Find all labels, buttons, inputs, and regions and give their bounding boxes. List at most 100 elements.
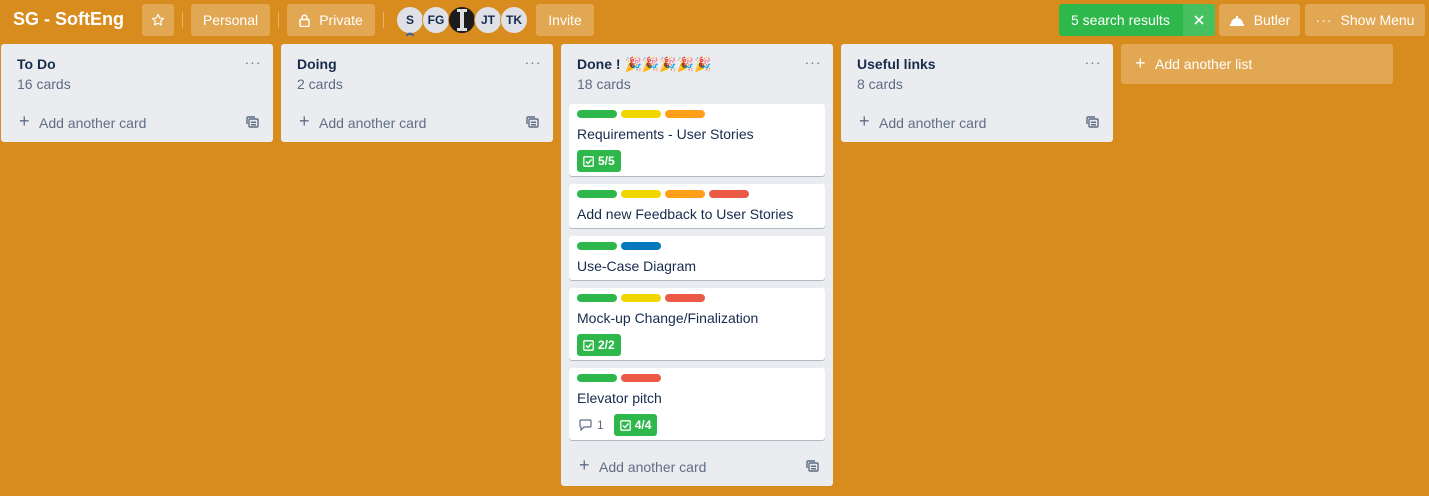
add-card-button[interactable]: + Add another card [1,104,273,142]
list-header: To Do 16 cards ··· [1,44,273,104]
show-menu-label: Show Menu [1340,12,1415,28]
list-doing: Doing 2 cards ··· + Add another card [281,44,553,142]
add-card-label: Add another card [879,115,987,131]
butler-bell-icon [1229,16,1244,26]
label-orange[interactable] [665,110,705,118]
add-card-button[interactable]: + Add another card [561,448,833,486]
card[interactable]: Add new Feedback to User Stories [569,184,825,228]
star-button[interactable] [142,4,174,36]
butler-label: Butler [1253,12,1291,28]
member-avatar-photo[interactable] [448,6,476,34]
search-results-button[interactable]: 5 search results [1059,4,1215,36]
card-template-icon[interactable] [1086,116,1099,128]
label-green[interactable] [577,294,617,302]
checkbox-icon [583,155,594,167]
list-menu-icon[interactable]: ··· [803,54,823,70]
visibility-button[interactable]: Private [287,4,375,36]
card-badges: 5/5 [577,150,817,172]
list-menu-icon[interactable]: ··· [523,54,543,70]
list-menu-icon[interactable]: ··· [1083,54,1103,70]
label-red[interactable] [621,374,661,382]
list-header: Done ! 🎉🎉🎉🎉🎉 18 cards ··· [561,44,833,104]
plus-icon: + [19,111,30,131]
checklist-badge: 5/5 [577,150,621,172]
card-template-icon[interactable] [526,116,539,128]
list-title[interactable]: Done ! 🎉🎉🎉🎉🎉 [577,56,712,73]
card-template-icon[interactable] [806,460,819,472]
lock-icon [299,14,310,27]
invite-button[interactable]: Invite [536,4,594,36]
card-container: Requirements - User Stories 5/5 Add new … [561,104,833,440]
label-red[interactable] [709,190,749,198]
member-initials: TK [506,13,522,27]
card-title: Requirements - User Stories [577,126,754,142]
label-yellow[interactable] [621,294,661,302]
member-avatar[interactable]: JT [474,6,502,34]
card-labels [577,110,817,118]
checkbox-icon [583,339,594,351]
comment-badge: 1 [579,418,604,432]
star-icon [151,13,165,26]
label-yellow[interactable] [621,190,661,198]
add-card-label: Add another card [39,115,147,131]
member-avatar[interactable]: S ︽ [396,6,424,37]
list-useful-links: Useful links 8 cards ··· + Add another c… [841,44,1113,142]
label-yellow[interactable] [621,110,661,118]
label-green[interactable] [577,190,617,198]
card[interactable]: Requirements - User Stories 5/5 [569,104,825,176]
add-card-button[interactable]: + Add another card [281,104,553,142]
card[interactable]: Mock-up Change/Finalization 2/2 [569,288,825,360]
list-title[interactable]: Doing [297,56,337,72]
card-title: Mock-up Change/Finalization [577,310,759,326]
add-card-label: Add another card [319,115,427,131]
board-title[interactable]: SG - SoftEng [13,9,124,30]
admin-chevron-icon: ︽ [406,28,414,37]
label-red[interactable] [665,294,705,302]
card-title: Add new Feedback to User Stories [577,206,794,222]
card[interactable]: Elevator pitch 1 4/4 [569,368,825,440]
label-blue[interactable] [621,242,661,250]
add-list-label: Add another list [1155,56,1253,72]
add-card-button[interactable]: + Add another card [841,104,1113,142]
card-labels [577,374,817,382]
member-initials: JT [480,13,495,27]
search-results-label: 5 search results [1071,12,1170,28]
member-avatar[interactable]: FG [422,6,450,34]
list-done: Done ! 🎉🎉🎉🎉🎉 18 cards ··· Requirements -… [561,44,833,486]
plus-icon: + [579,455,590,475]
plus-icon: + [1135,53,1146,73]
list-card-count: 18 cards [577,76,631,92]
label-green[interactable] [577,374,617,382]
list-card-count: 16 cards [17,76,71,92]
card-title: Elevator pitch [577,390,662,406]
list-title[interactable]: Useful links [857,56,936,72]
divider [383,12,384,28]
label-orange[interactable] [665,190,705,198]
member-avatar[interactable]: TK [500,6,528,34]
butler-button[interactable]: Butler [1219,4,1300,36]
card-title: Use-Case Diagram [577,258,697,274]
close-icon [1194,15,1204,25]
list-todo: To Do 16 cards ··· + Add another card [1,44,273,142]
checklist-badge: 4/4 [613,414,658,436]
member-initials: S [405,13,414,27]
card[interactable]: Use-Case Diagram [569,236,825,280]
list-menu-icon[interactable]: ··· [243,54,263,70]
label-green[interactable] [577,242,617,250]
more-icon: ··· [1315,12,1333,28]
board-header: SG - SoftEng Personal Private S ︽ FG JT … [0,0,1429,40]
personal-button[interactable]: Personal [191,4,270,36]
label-green[interactable] [577,110,617,118]
checklist-count: 4/4 [634,418,652,432]
show-menu-button[interactable]: ··· Show Menu [1305,4,1425,36]
list-card-count: 2 cards [297,76,343,92]
card-labels [577,242,817,250]
card-template-icon[interactable] [246,116,259,128]
checklist-badge: 2/2 [577,334,621,356]
member-photo-icon [457,9,467,31]
divider [182,12,183,28]
clear-search-button[interactable] [1183,4,1215,36]
add-list-button[interactable]: + Add another list [1121,44,1393,84]
card-badges: 1 4/4 [577,414,817,436]
list-title[interactable]: To Do [17,56,56,72]
